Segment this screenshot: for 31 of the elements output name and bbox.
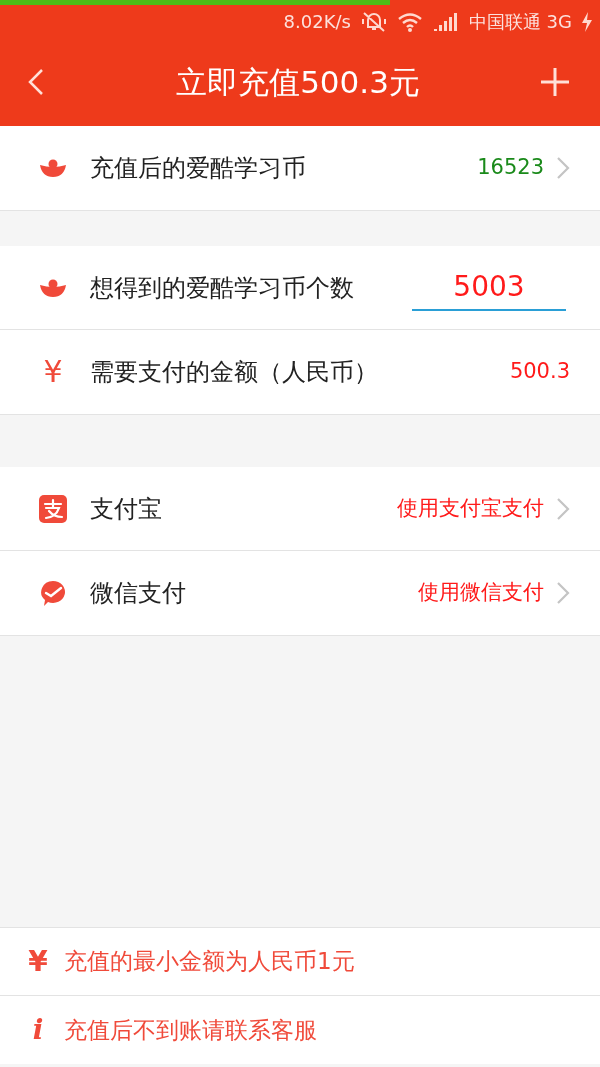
speech-check-icon (39, 579, 67, 607)
row-label: 微信支付 (90, 578, 186, 609)
chevron-right-icon (556, 496, 570, 521)
row-label: 支付宝 (90, 493, 162, 525)
muted-bell-icon (360, 10, 387, 33)
note-text: 充值后不到账请联系客服 (64, 1015, 317, 1045)
network-speed: 8.02K/s (283, 10, 351, 34)
smile-coin-icon (39, 277, 67, 298)
info-icon: i (26, 1009, 50, 1051)
row-value: 16523 (477, 154, 544, 182)
plus-icon (540, 67, 570, 97)
row-label: 想得到的爱酷学习币个数 (90, 272, 354, 304)
row-label: 充值后的爱酷学习币 (90, 153, 306, 184)
yen-icon: ¥ (43, 357, 63, 387)
coin-amount-field[interactable]: 5003 (412, 264, 566, 311)
page-title: 立即充值500.3元 (176, 62, 420, 102)
yen-icon: ¥ (26, 940, 50, 983)
charging-icon (582, 11, 592, 32)
smile-coin-icon (39, 158, 67, 178)
row-label: 需要支付的金额（人民币） (90, 357, 378, 388)
wifi-icon (396, 11, 423, 32)
carrier-label: 中国联通 3G (468, 10, 572, 34)
payment-app-icon (39, 494, 67, 523)
row-value: 500.3 (509, 358, 570, 386)
note-text: 充值的最小金额为人民币1元 (64, 947, 355, 977)
chevron-right-icon (556, 156, 570, 180)
row-value: 使用支付宝支付 (397, 494, 544, 522)
row-value: 使用微信支付 (418, 579, 544, 607)
back-icon (28, 68, 44, 96)
chevron-right-icon (556, 581, 570, 605)
signal-icon (432, 11, 459, 32)
